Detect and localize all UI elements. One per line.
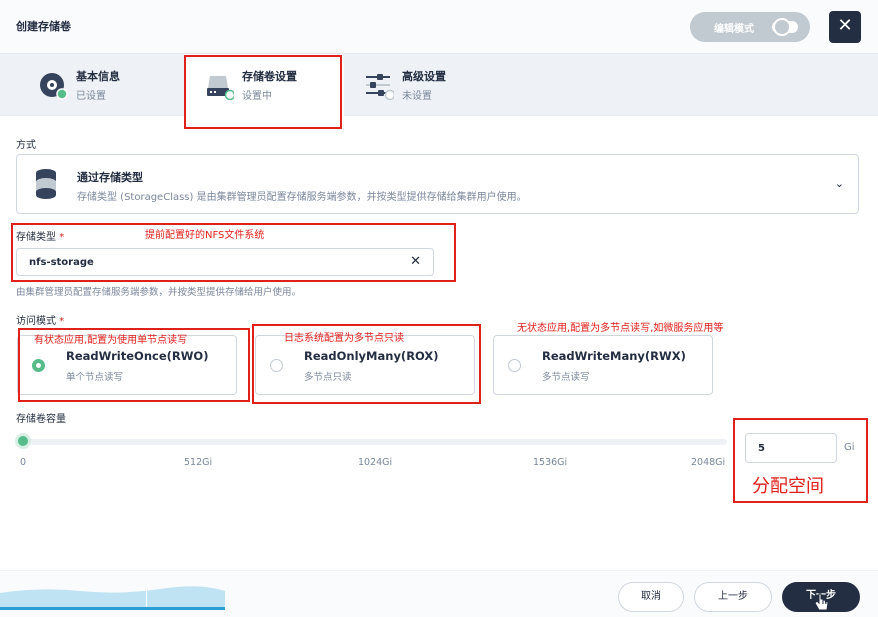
hand-cursor-icon	[814, 593, 829, 611]
access-mode-label-text: 访问模式	[16, 316, 56, 327]
annotation-rox: 日志系统配置为多节点只读	[284, 333, 404, 344]
access-mode-label: 访问模式 *	[16, 312, 64, 327]
access-mode-title: ReadWriteMany(RWX)	[542, 349, 686, 363]
disk-icon	[40, 73, 68, 100]
storage-class-label-text: 存储类型	[16, 232, 56, 243]
annotation-rwx: 无状态应用,配置为多节点读写,如微服务应用等	[517, 323, 724, 334]
clear-icon[interactable]: ✕	[410, 254, 421, 269]
required-mark: *	[59, 316, 65, 327]
slider-tick: 0	[20, 457, 27, 468]
method-description: 存储类型 (StorageClass) 是由集群管理员配置存储服务端参数，并按类…	[77, 192, 527, 203]
sliders-icon	[366, 74, 394, 100]
edit-mode-label: 编辑模式	[714, 24, 754, 35]
method-label: 方式	[16, 140, 36, 151]
step-bar: 基本信息 已设置 存储卷设置 设置中 高级设置 未设置	[0, 54, 878, 116]
capacity-label: 存储卷容量	[16, 414, 66, 425]
database-icon	[36, 169, 56, 199]
required-mark: *	[59, 232, 65, 243]
step-title: 高级设置	[402, 70, 446, 83]
edit-mode-toggle[interactable]: 编辑模式	[690, 12, 810, 42]
storage-class-select[interactable]: nfs-storage ✕	[16, 248, 434, 276]
annotation-rwo: 有状态应用,配置为使用单节点读写	[34, 335, 188, 346]
dialog-title: 创建存储卷	[16, 20, 71, 33]
step-advanced-settings[interactable]: 高级设置 未设置	[344, 54, 504, 116]
thumbnail-preview-icon	[0, 585, 225, 610]
slider-tick: 1536Gi	[533, 457, 568, 468]
highlight-box-step	[184, 55, 342, 129]
step-status: 未设置	[402, 91, 432, 102]
storage-class-label: 存储类型 *	[16, 228, 64, 243]
annotation-storage-class: 提前配置好的NFS文件系统	[145, 230, 265, 241]
storage-class-hint: 由集群管理员配置存储服务端参数，并按类型提供存储给用户使用。	[16, 287, 302, 298]
step-status: 已设置	[76, 91, 106, 102]
capacity-slider-handle[interactable]	[15, 433, 31, 449]
capacity-slider-track[interactable]	[22, 439, 727, 445]
chevron-down-icon: ⌄	[834, 177, 844, 190]
step-basic-info[interactable]: 基本信息 已设置	[18, 54, 178, 116]
previous-button[interactable]: 上一步	[694, 582, 772, 612]
method-title: 通过存储类型	[77, 171, 143, 184]
close-button[interactable]: ✕	[829, 11, 861, 43]
access-mode-subtitle: 多节点读写	[542, 372, 590, 383]
dialog-header: 创建存储卷 编辑模式 ✕	[0, 0, 878, 54]
slider-tick: 2048Gi	[691, 457, 726, 468]
cancel-button[interactable]: 取消	[618, 582, 684, 612]
storage-class-value: nfs-storage	[29, 257, 94, 268]
method-select[interactable]: 通过存储类型 存储类型 (StorageClass) 是由集群管理员配置存储服务…	[16, 154, 859, 214]
toggle-switch-icon	[772, 18, 798, 36]
slider-tick: 512Gi	[184, 457, 213, 468]
radio-icon[interactable]	[508, 359, 521, 372]
access-mode-rwx[interactable]: ReadWriteMany(RWX) 多节点读写	[493, 335, 713, 395]
step-title: 基本信息	[76, 70, 120, 83]
annotation-capacity: 分配空间	[752, 476, 824, 497]
slider-tick: 1024Gi	[358, 457, 393, 468]
